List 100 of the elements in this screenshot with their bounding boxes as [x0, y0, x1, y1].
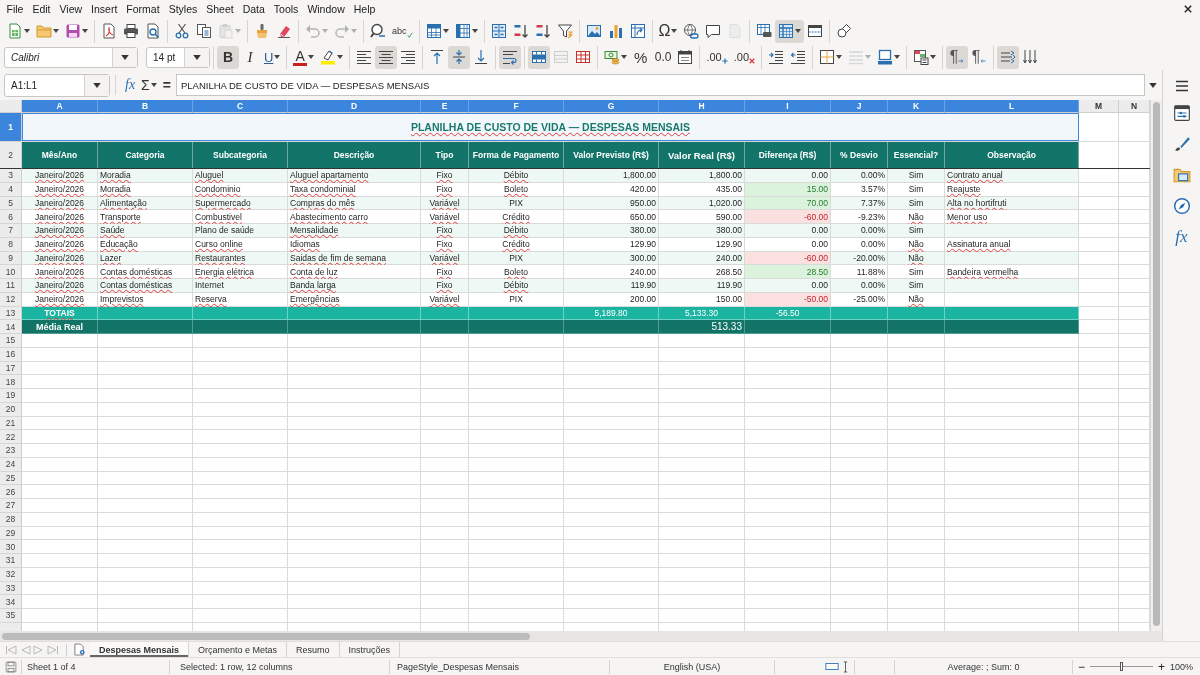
- percent-format-button[interactable]: %: [629, 45, 652, 69]
- font-name-field[interactable]: Calibri: [4, 46, 138, 68]
- paragraph-rtl-button[interactable]: ¶: [968, 45, 990, 69]
- name-box-field[interactable]: A1:L1: [4, 73, 110, 97]
- column-header[interactable]: C: [193, 100, 288, 113]
- caret-icon: [442, 29, 449, 33]
- row-header[interactable]: 11: [0, 279, 22, 293]
- table-cell-text: 119.90: [715, 279, 743, 292]
- menu-item[interactable]: Insert: [86, 3, 122, 15]
- row-header[interactable]: 23: [0, 444, 22, 458]
- menu-item[interactable]: Window: [302, 3, 350, 15]
- caret-icon: [1149, 82, 1157, 88]
- folder-image-icon: [1172, 166, 1191, 184]
- table-cell-text: Aluguel apartamento: [289, 169, 370, 182]
- menu-item[interactable]: Format: [121, 3, 165, 15]
- special-character-button[interactable]: Ω: [655, 19, 681, 43]
- row-header[interactable]: 31: [0, 554, 22, 568]
- paragraph-ltr-button[interactable]: ¶: [946, 45, 968, 69]
- underline-button[interactable]: U: [261, 45, 284, 69]
- border-color-icon: [877, 49, 893, 65]
- table-cell-text: Sim: [907, 265, 925, 278]
- row-header[interactable]: 35: [0, 609, 22, 623]
- zoom-in-button[interactable]: +: [1156, 660, 1167, 673]
- table-cell-text: 200.00: [629, 293, 657, 306]
- vertical-scrollbar[interactable]: [1150, 100, 1162, 631]
- merged-cell[interactable]: PLANILHA DE CUSTO DE VIDA — DESPESAS MENSAIS: [22, 113, 1079, 142]
- caret-icon: [235, 29, 241, 33]
- column-header[interactable]: B: [98, 100, 193, 113]
- add-decimal-button[interactable]: .00: [703, 45, 731, 69]
- functions-button[interactable]: fx: [1172, 225, 1191, 249]
- spreadsheet-grid[interactable]: [0, 100, 1150, 631]
- column-header[interactable]: G: [564, 100, 659, 113]
- right-arrow-icon: [958, 57, 965, 64]
- table-cell-text: 0.00%: [859, 279, 886, 292]
- menu-item[interactable]: Help: [349, 3, 380, 15]
- column-header[interactable]: I: [745, 100, 831, 113]
- menu-item[interactable]: View: [55, 3, 87, 15]
- row-header[interactable]: 3: [0, 169, 22, 183]
- dropdown-button[interactable]: [112, 47, 137, 67]
- italic-button[interactable]: I: [239, 45, 261, 69]
- freeze-button[interactable]: [775, 19, 805, 43]
- horizontal-scrollbar[interactable]: [0, 631, 1162, 641]
- table-cell-text: Débito: [502, 279, 530, 292]
- sheet-tab[interactable]: Resumo: [287, 642, 340, 657]
- text-horizontal-button[interactable]: [997, 45, 1019, 69]
- menu-item[interactable]: Edit: [27, 3, 55, 15]
- menu-item[interactable]: Data: [238, 3, 270, 15]
- column-header[interactable]: F: [469, 100, 564, 113]
- table-cell-text: Sim: [907, 224, 925, 237]
- column-header[interactable]: J: [831, 100, 888, 113]
- row-header[interactable]: 7: [0, 224, 22, 238]
- row-header[interactable]: 19: [0, 389, 22, 403]
- number-format-button[interactable]: 0.0: [651, 45, 675, 69]
- menu-item[interactable]: Tools: [269, 3, 303, 15]
- column-header[interactable]: A: [22, 100, 98, 113]
- function-wizard-button[interactable]: fx: [122, 74, 139, 96]
- menu-item[interactable]: Styles: [164, 3, 202, 15]
- table-cell-text: 513.33: [710, 320, 743, 333]
- font-color-button[interactable]: A: [290, 45, 317, 69]
- caret-icon: [307, 55, 314, 59]
- column-header[interactable]: L: [945, 100, 1079, 113]
- add-sheet-button[interactable]: [73, 643, 86, 656]
- align-center-button[interactable]: [374, 45, 397, 69]
- page-plus-icon: [74, 643, 85, 656]
- font-size-field[interactable]: 14 pt: [146, 46, 210, 68]
- sheet-tab[interactable]: Despesas Mensais: [90, 642, 190, 657]
- align-middle-button[interactable]: [447, 45, 470, 69]
- scrollbar-thumb[interactable]: [2, 632, 530, 640]
- scrollbar-thumb[interactable]: [1153, 102, 1160, 626]
- align-bottom-icon: [472, 49, 489, 65]
- dropdown-button[interactable]: [84, 74, 109, 96]
- right-arrow-icon: [33, 644, 45, 655]
- wrap-text-button[interactable]: [498, 45, 521, 69]
- merge-center-button[interactable]: [527, 45, 550, 69]
- bold-button[interactable]: B: [217, 45, 239, 69]
- menu-item[interactable]: File: [2, 3, 28, 15]
- spelling-button[interactable]: abc: [389, 19, 416, 43]
- scissors-icon: [174, 23, 190, 39]
- column-header[interactable]: H: [659, 100, 745, 113]
- column-header[interactable]: M: [1079, 100, 1119, 113]
- row-header[interactable]: 27: [0, 499, 22, 513]
- column-header[interactable]: N: [1119, 100, 1150, 113]
- column-header[interactable]: K: [888, 100, 945, 113]
- indent-decrease-icon: [790, 49, 806, 65]
- menu-item[interactable]: Sheet: [201, 3, 239, 15]
- sheet-tab[interactable]: Orçamento e Metas: [189, 642, 288, 657]
- sum-button[interactable]: Σ: [138, 74, 160, 96]
- table-cell-text: Curso online: [194, 238, 244, 251]
- close-document-button[interactable]: [1182, 3, 1194, 15]
- delete-decimal-button[interactable]: .00: [730, 45, 758, 69]
- sheet-tab[interactable]: Instruções: [339, 642, 401, 657]
- column-header[interactable]: D: [288, 100, 421, 113]
- formula-button[interactable]: =: [159, 74, 174, 96]
- row-header[interactable]: 15: [0, 334, 22, 348]
- zoom-out-button[interactable]: −: [1076, 660, 1087, 673]
- row-header[interactable]: 1: [0, 113, 22, 142]
- dropdown-button[interactable]: [184, 47, 209, 67]
- formula-input-field[interactable]: PLANILHA DE CUSTO DE VIDA — DESPESAS MENSAIS: [175, 74, 1145, 96]
- column-header[interactable]: E: [421, 100, 469, 113]
- zoom-slider-thumb[interactable]: [1119, 662, 1123, 671]
